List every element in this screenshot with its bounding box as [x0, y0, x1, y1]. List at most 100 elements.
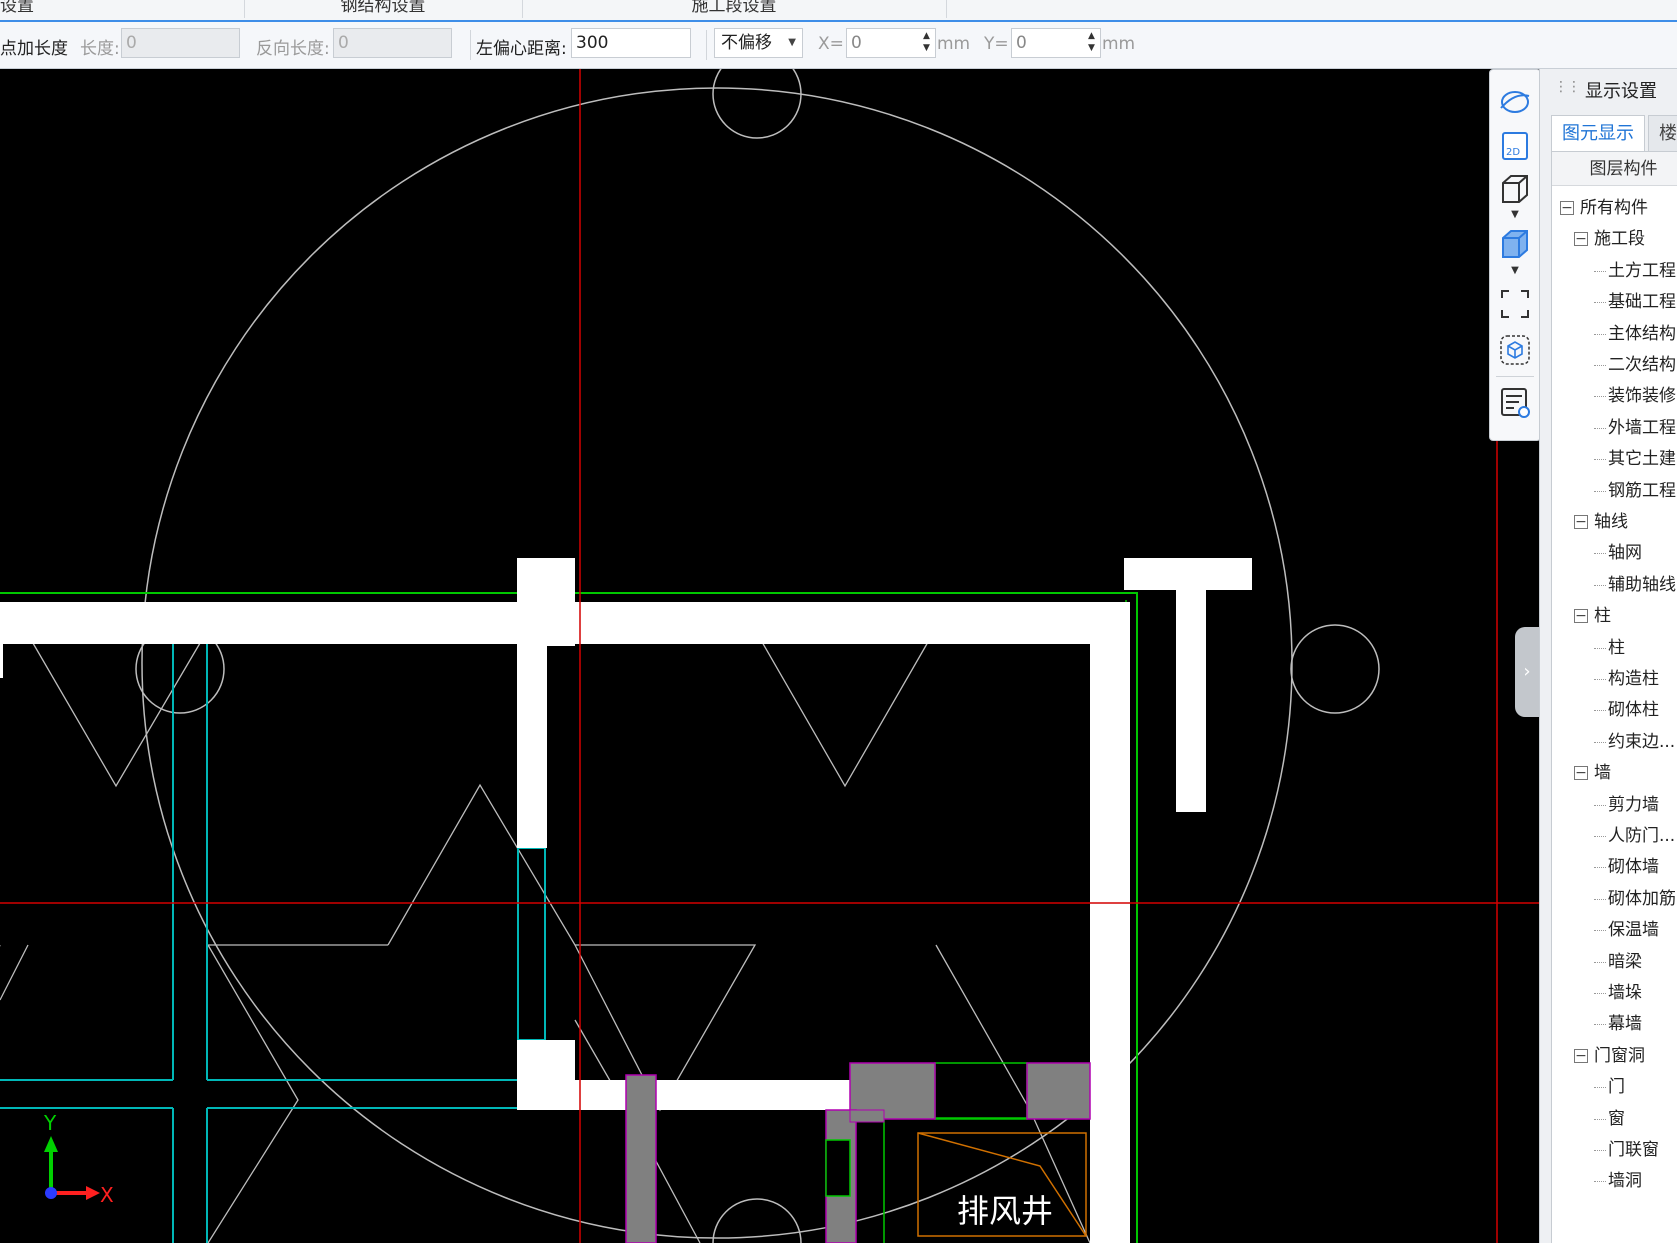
toolbar-divider: [1496, 376, 1534, 377]
view-toolbar: 2D ▼ ▼: [1489, 69, 1541, 441]
orbit-icon[interactable]: [1497, 84, 1533, 120]
collapse-icon[interactable]: −: [1574, 515, 1588, 529]
tree-item[interactable]: 基础工程: [1594, 287, 1676, 318]
tree-item[interactable]: 窗: [1594, 1104, 1625, 1135]
tree-item[interactable]: 砌体墙: [1594, 852, 1659, 883]
3d-box-icon[interactable]: [1497, 171, 1533, 207]
tree-item[interactable]: 幕墙: [1594, 1009, 1642, 1040]
tree-connector: [1594, 490, 1606, 493]
tree-item[interactable]: 暗梁: [1594, 947, 1642, 978]
collapse-icon[interactable]: −: [1574, 1048, 1588, 1063]
tree-item[interactable]: 柱: [1594, 633, 1625, 664]
drawing-canvas[interactable]: 排风井 Y X: [0, 69, 1545, 1243]
tree-connector: [1594, 679, 1606, 681]
tab-settings[interactable]: 设置: [0, 0, 245, 18]
tree-item[interactable]: 保温墙: [1594, 915, 1659, 946]
tree-item[interactable]: 约束边...: [1594, 727, 1675, 758]
local-3d-icon[interactable]: [1497, 332, 1533, 368]
collapse-icon[interactable]: −: [1560, 201, 1574, 215]
tree-connector: [1594, 836, 1606, 838]
drag-grip-icon[interactable]: ⋮⋮: [1554, 80, 1581, 101]
tree-item-label: 柱: [1608, 637, 1625, 658]
fit-view-icon[interactable]: [1497, 286, 1533, 322]
tree-item-label: 主体结构: [1608, 323, 1676, 344]
left-offset-input[interactable]: 300: [571, 28, 691, 58]
tree-item-label: 墙洞: [1608, 1171, 1642, 1192]
tree-item[interactable]: 钢筋工程: [1594, 476, 1676, 507]
tree-item[interactable]: 主体结构: [1594, 319, 1676, 350]
y-coordinate-input[interactable]: 0 ▲ ▼: [1011, 28, 1101, 58]
collapse-icon[interactable]: −: [1574, 232, 1588, 247]
tree-item[interactable]: 门联窗: [1594, 1135, 1659, 1166]
chevron-down-icon[interactable]: ▼: [1509, 266, 1521, 276]
tree-item[interactable]: 砌体柱: [1594, 695, 1659, 726]
spinner-icon[interactable]: ▲ ▼: [1088, 30, 1098, 56]
3d-solid-icon[interactable]: [1497, 226, 1533, 262]
tab-steel-settings[interactable]: 钢结构设置: [244, 0, 523, 18]
fold-lines: [29, 637, 204, 788]
2d-view-icon[interactable]: 2D: [1497, 128, 1533, 164]
tree-connector: [1594, 584, 1606, 587]
offset-mode-select[interactable]: 不偏移 ▼: [714, 28, 803, 58]
window: [825, 1139, 851, 1197]
tab-segment-settings[interactable]: 施工段设置: [522, 0, 947, 18]
tree-item[interactable]: 二次结构: [1594, 350, 1676, 381]
tree-connector: [1594, 993, 1606, 995]
tree-item-label: 轴网: [1608, 543, 1642, 564]
tree-item[interactable]: 剪力墙: [1594, 790, 1659, 821]
tree-item-label: 剪力墙: [1608, 794, 1659, 815]
wall: [1176, 588, 1206, 812]
tree-connector: [1594, 898, 1606, 901]
tree-item[interactable]: 辅助轴线: [1594, 570, 1676, 601]
tree-item[interactable]: − 所有构件: [1560, 193, 1648, 224]
tree-item[interactable]: 外墙工程: [1594, 413, 1676, 444]
tree-connector: [1594, 1118, 1606, 1121]
tab-element-display[interactable]: 图元显示: [1551, 115, 1645, 151]
reverse-length-input[interactable]: 0: [333, 28, 452, 58]
wall: [517, 640, 547, 848]
collapse-panel-handle[interactable]: ›: [1515, 627, 1539, 717]
tree-item[interactable]: − 墙: [1574, 758, 1611, 789]
tree-item[interactable]: 人防门...: [1594, 821, 1675, 852]
toolbar-divider: [706, 30, 707, 60]
tree-item[interactable]: 构造柱: [1594, 664, 1659, 695]
chevron-down-icon[interactable]: ▼: [1509, 210, 1521, 220]
y-coordinate-value: 0: [1016, 33, 1027, 53]
collapse-icon[interactable]: −: [1574, 609, 1588, 624]
svg-text:2D: 2D: [1506, 147, 1520, 158]
tree-item[interactable]: 墙垛: [1594, 978, 1642, 1009]
tree-item[interactable]: − 门窗洞: [1574, 1041, 1645, 1072]
tree-connector: [1594, 1087, 1606, 1089]
tree-item[interactable]: − 柱: [1574, 601, 1611, 632]
tree-item[interactable]: 门: [1594, 1072, 1625, 1103]
tree-connector: [1594, 647, 1606, 650]
panel-header: ⋮⋮ 显示设置: [1540, 77, 1677, 107]
top-tab-strip: 设置 钢结构设置 施工段设置: [0, 0, 1677, 22]
tree-item[interactable]: − 轴线: [1574, 507, 1628, 538]
tree-item[interactable]: 轴网: [1594, 538, 1642, 569]
collapse-icon[interactable]: −: [1574, 766, 1588, 781]
tree-item[interactable]: 墙洞: [1594, 1166, 1642, 1197]
x-coordinate-input[interactable]: 0 ▲ ▼: [846, 28, 936, 58]
tree-item[interactable]: − 施工段: [1574, 224, 1645, 255]
tree-item-label: 墙: [1594, 763, 1611, 784]
x-label: X=: [818, 34, 844, 54]
block-wall: [1026, 1062, 1091, 1120]
tree-item-label: 门: [1608, 1077, 1625, 1098]
tree-item[interactable]: 土方工程: [1594, 256, 1676, 287]
property-toolbar: 点加长度 长度: 0 反向长度: 0 左偏心距离: 300 不偏移 ▼ X= 0…: [0, 22, 1677, 69]
tree-connector: [1594, 396, 1606, 398]
spinner-icon[interactable]: ▲ ▼: [923, 30, 933, 56]
tree-item[interactable]: 其它土建: [1594, 444, 1676, 475]
display-settings-icon[interactable]: [1497, 384, 1533, 420]
tree-item-label: 二次结构: [1608, 355, 1676, 375]
length-input[interactable]: 0: [121, 28, 240, 58]
wall: [1090, 602, 1130, 1243]
tree-item[interactable]: 砌体加筋: [1594, 884, 1676, 915]
tab-floor-display[interactable]: 楼: [1648, 115, 1677, 151]
tree-connector: [1594, 1150, 1606, 1152]
tree-item-label: 外墙工程: [1608, 417, 1676, 438]
tree-item[interactable]: 装饰装修: [1594, 381, 1676, 412]
x-unit-label: mm: [937, 34, 971, 54]
display-settings-panel: ⋮⋮ 显示设置 图元显示 楼 图层构件 − 所有构件 − 施工段 土方工程 基础工程 主体结…: [1539, 69, 1677, 1243]
